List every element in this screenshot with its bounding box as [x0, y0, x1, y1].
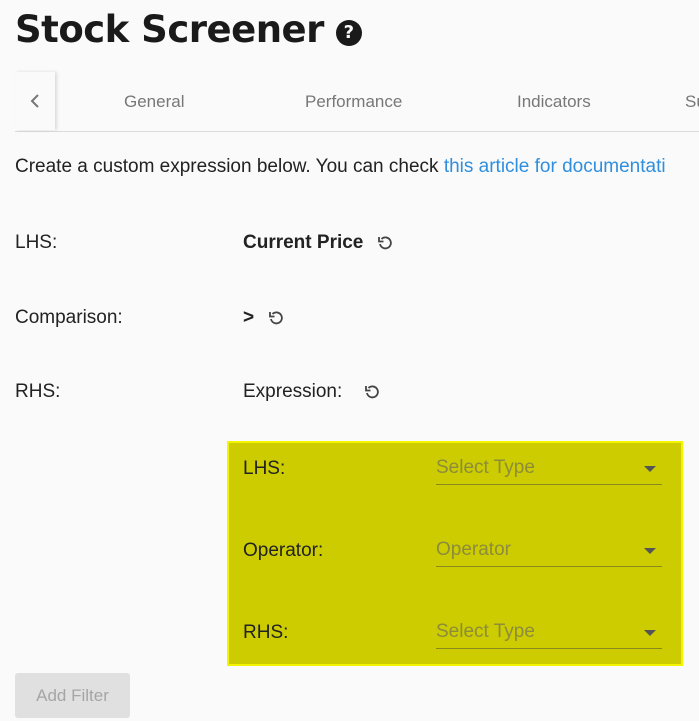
lhs-value-row: Current Price	[243, 232, 393, 254]
reset-icon[interactable]	[268, 310, 284, 326]
tab-indicators[interactable]: Indicators	[517, 92, 591, 112]
chevron-left-icon	[30, 94, 39, 108]
expr-operator-label: Operator:	[243, 540, 324, 561]
tab-general[interactable]: General	[124, 92, 184, 112]
expr-rhs-select[interactable]: Select Type	[436, 611, 662, 649]
tab-partial[interactable]: Su	[685, 92, 699, 112]
chevron-down-icon	[644, 466, 656, 472]
question-circle-icon[interactable]: ?	[335, 19, 362, 46]
rhs-value[interactable]: Expression:	[243, 381, 342, 403]
intro-text: Create a custom expression below. You ca…	[15, 156, 666, 178]
title-row: Stock Screener ?	[15, 8, 362, 51]
tab-scroll-left-button[interactable]	[15, 72, 55, 130]
stock-screener-page: Stock Screener ? General Performance Ind…	[0, 0, 699, 721]
page-title: Stock Screener	[15, 8, 324, 51]
expression-builder: LHS: Select Type Operator: Operator RHS:…	[227, 441, 683, 666]
expr-operator-placeholder: Operator	[436, 539, 511, 560]
comparison-label: Comparison:	[15, 307, 123, 328]
chevron-down-icon	[644, 548, 656, 554]
expr-rhs-placeholder: Select Type	[436, 621, 535, 642]
expr-lhs-label: LHS:	[243, 458, 286, 479]
intro-label: Create a custom expression below. You ca…	[15, 156, 444, 177]
chevron-down-icon	[644, 630, 656, 636]
tab-performance[interactable]: Performance	[305, 92, 402, 112]
reset-icon[interactable]	[377, 235, 393, 251]
rhs-value-row: Expression:	[243, 381, 380, 403]
expr-operator-select[interactable]: Operator	[436, 529, 662, 567]
comparison-value-row: >	[243, 307, 284, 329]
rhs-label: RHS:	[15, 381, 61, 402]
documentation-link[interactable]: this article for documentati	[444, 156, 666, 177]
lhs-value[interactable]: Current Price	[243, 232, 363, 254]
expr-lhs-placeholder: Select Type	[436, 457, 535, 478]
expr-lhs-select[interactable]: Select Type	[436, 447, 662, 485]
tab-bar: General Performance Indicators Su	[15, 72, 699, 132]
comparison-value[interactable]: >	[243, 307, 254, 329]
expr-rhs-label: RHS:	[243, 622, 289, 643]
add-filter-button[interactable]: Add Filter	[15, 673, 130, 718]
reset-icon[interactable]	[364, 384, 380, 400]
lhs-label: LHS:	[15, 232, 58, 253]
